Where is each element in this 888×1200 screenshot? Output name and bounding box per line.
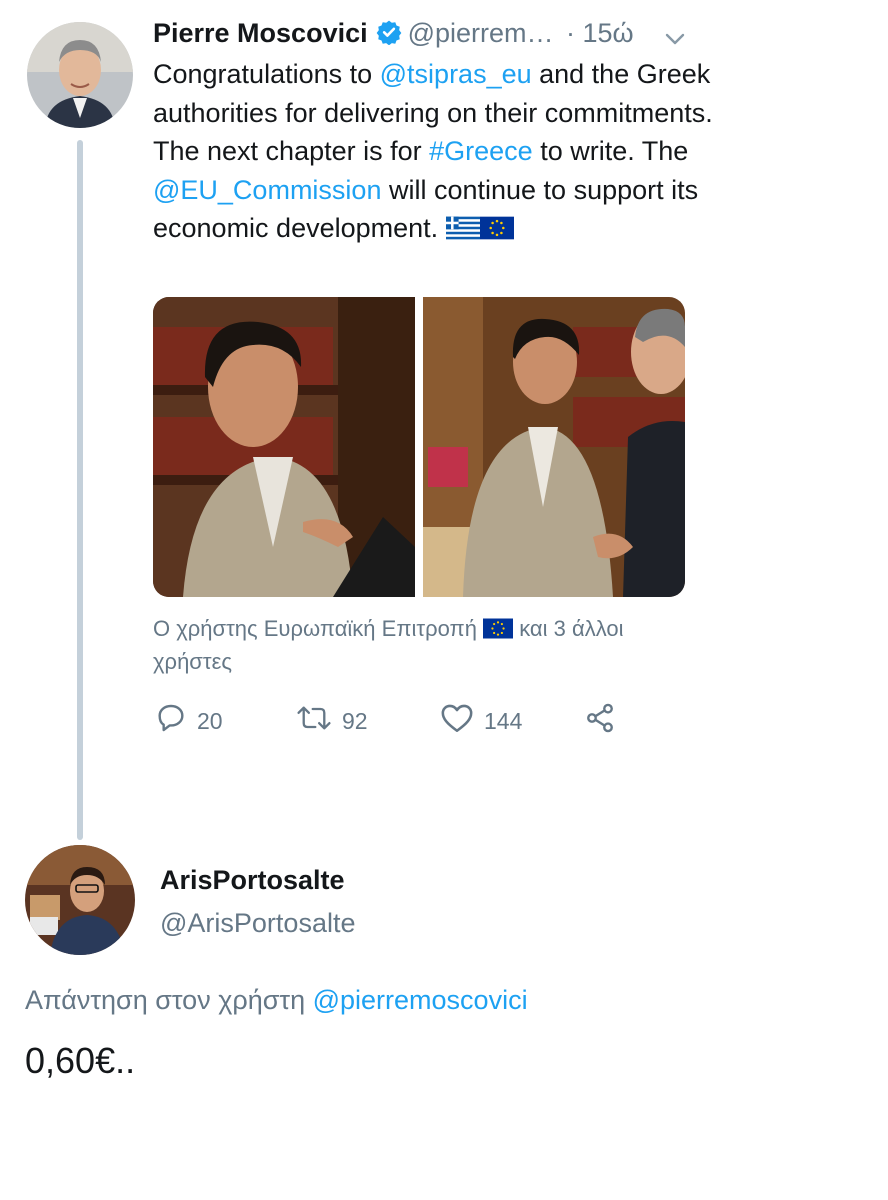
tweet-text: Congratulations to @tsipras_eu and the G…	[153, 55, 753, 251]
share-button[interactable]	[584, 702, 616, 740]
reply-count: 20	[197, 707, 223, 734]
tweet-time[interactable]: · 15ώ	[566, 18, 634, 48]
tagged-prefix: Ο χρήστης Ευρωπαϊκή Επιτροπή	[153, 616, 477, 641]
reply-author-name[interactable]: ArisPortosalte	[160, 865, 345, 896]
photo-left[interactable]	[153, 297, 415, 597]
author-name[interactable]: Pierre Moscovici	[153, 18, 368, 48]
tweet-media[interactable]	[153, 297, 685, 597]
author-handle[interactable]: @pierrem…	[408, 18, 554, 48]
mention-link[interactable]: @tsipras_eu	[380, 59, 532, 89]
greece-flag-icon	[445, 212, 480, 251]
replying-to-label: Απάντηση στον χρήστη	[25, 985, 306, 1015]
reply-button[interactable]: 20	[155, 702, 223, 740]
share-icon	[584, 702, 616, 740]
reply-author-handle[interactable]: @ArisPortosalte	[160, 908, 355, 939]
retweet-count: 92	[342, 707, 368, 734]
reply-text: 0,60€..	[25, 1040, 136, 1081]
verified-badge-icon	[376, 19, 402, 50]
thread-line	[77, 140, 83, 840]
replying-to: Απάντηση στον χρήστη @pierremoscovici	[25, 985, 528, 1016]
tweet-text-part: Congratulations to	[153, 59, 380, 89]
like-count: 144	[484, 707, 523, 734]
chevron-down-icon[interactable]	[662, 26, 688, 52]
tweet-header: Pierre Moscovici @pierrem… · 15ώ	[153, 18, 634, 50]
photo-right[interactable]	[423, 297, 685, 597]
retweet-button[interactable]: 92	[296, 702, 368, 740]
replying-to-mention[interactable]: @pierremoscovici	[313, 985, 528, 1015]
heart-icon	[440, 702, 474, 740]
eu-flag-icon	[479, 212, 514, 251]
tweet-text-part: to write. The	[532, 136, 689, 166]
like-button[interactable]: 144	[440, 702, 522, 740]
reply-author-avatar[interactable]	[25, 845, 135, 955]
author-avatar[interactable]	[27, 22, 133, 128]
retweet-icon	[296, 702, 332, 740]
eu-flag-icon	[483, 617, 514, 647]
tagged-users[interactable]: Ο χρήστης Ευρωπαϊκή Επιτροπή και 3 άλλοι…	[153, 614, 673, 677]
mention-link[interactable]: @EU_Commission	[153, 175, 381, 205]
hashtag-link[interactable]: #Greece	[429, 136, 533, 166]
reply-icon	[155, 702, 187, 740]
